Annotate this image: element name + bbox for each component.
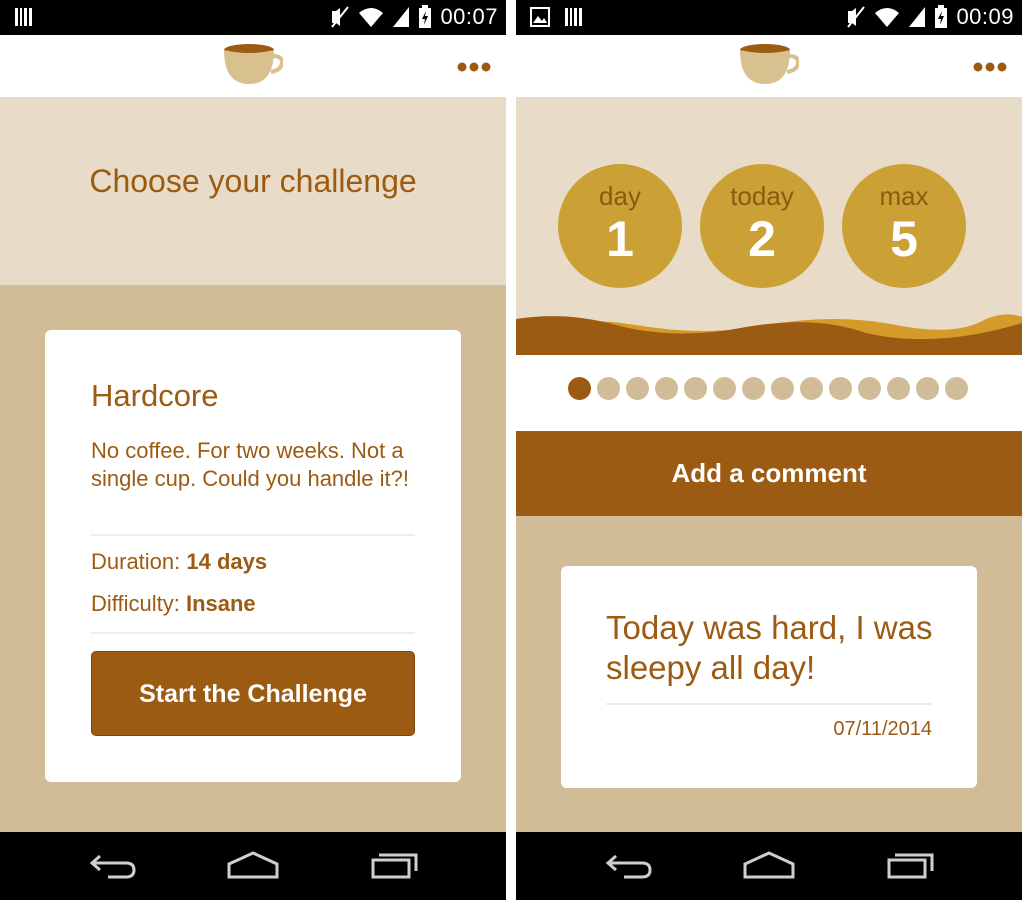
more-horizontal-icon[interactable]: [454, 57, 494, 77]
pager-dot[interactable]: [742, 377, 765, 400]
duration-label: Duration:: [91, 549, 181, 574]
counter-label: max: [879, 181, 929, 211]
content-area: Hardcore No coffee. For two weeks. Not a…: [0, 285, 506, 832]
coffee-wave-decoration: [516, 314, 1022, 355]
day-counter: day 1: [558, 164, 682, 288]
coffee-cup-icon: [740, 44, 799, 84]
pager-dot[interactable]: [597, 377, 620, 400]
pager-dot[interactable]: [655, 377, 678, 400]
pager-dot[interactable]: [858, 377, 881, 400]
divider: [606, 703, 932, 705]
coffee-cup-icon: [224, 44, 283, 84]
status-bar: 00:09: [516, 0, 1022, 35]
pager-dot[interactable]: [887, 377, 910, 400]
battery-icon: [419, 5, 432, 28]
counter-value: 2: [748, 211, 776, 267]
pager-dot[interactable]: [626, 377, 649, 400]
navigation-bar: [516, 832, 1022, 900]
duration-value: 14 days: [186, 549, 268, 574]
counter-label: today: [730, 181, 794, 211]
phone-screen-progress: 00:09 day 1 today 2 max 5 Add a comment …: [516, 0, 1022, 900]
add-comment-button[interactable]: Add a comment: [516, 431, 1022, 516]
pager-dot[interactable]: [684, 377, 707, 400]
hero-header: Choose your challenge: [0, 97, 506, 285]
pager-dot[interactable]: [713, 377, 736, 400]
pager-dot[interactable]: [945, 377, 968, 400]
recent-apps-icon[interactable]: [370, 850, 420, 880]
signal-icon: [909, 7, 926, 27]
app-bar: [516, 35, 1022, 97]
phone-screen-choose-challenge: 00:07 Choose your challenge Hardcore No …: [0, 0, 506, 900]
app-bar: [0, 35, 506, 97]
pager-dot[interactable]: [829, 377, 852, 400]
counter-value: 1: [606, 211, 634, 267]
today-counter: today 2: [700, 164, 824, 288]
comment-area: Today was hard, I was sleepy all day! 07…: [516, 516, 1022, 832]
pager-dot[interactable]: [800, 377, 823, 400]
image-icon: [530, 7, 550, 27]
start-challenge-button[interactable]: Start the Challenge: [91, 651, 415, 736]
back-arrow-icon[interactable]: [88, 850, 138, 880]
comment-text: Today was hard, I was sleepy all day!: [606, 609, 933, 686]
challenge-card: Hardcore No coffee. For two weeks. Not a…: [45, 330, 461, 782]
status-time: 00:09: [956, 4, 1014, 29]
pager-dot[interactable]: [916, 377, 939, 400]
page-title: Choose your challenge: [89, 163, 417, 199]
divider: [91, 534, 415, 536]
difficulty-label: Difficulty:: [91, 591, 180, 616]
duration-stat: Duration: 14 days: [91, 549, 267, 575]
mute-icon: [331, 6, 350, 28]
more-horizontal-icon[interactable]: [970, 57, 1010, 77]
challenge-description: No coffee. For two weeks. Not a single c…: [91, 438, 409, 491]
wifi-icon: [359, 8, 384, 27]
day-pager: [568, 377, 968, 400]
difficulty-value: Insane: [185, 591, 256, 616]
barcode-icon: [15, 8, 32, 26]
challenge-title: Hardcore: [91, 378, 219, 413]
status-bar: 00:07: [0, 0, 506, 35]
comment-card: Today was hard, I was sleepy all day! 07…: [561, 566, 977, 788]
signal-icon: [393, 7, 410, 27]
barcode-icon: [565, 8, 582, 26]
difficulty-stat: Difficulty: Insane: [91, 591, 256, 617]
comment-date: 07/11/2014: [833, 718, 932, 740]
progress-header: day 1 today 2 max 5: [516, 97, 1022, 355]
divider: [91, 632, 415, 634]
wifi-icon: [875, 8, 900, 27]
counter-label: day: [599, 181, 641, 211]
pager-dot[interactable]: [568, 377, 591, 400]
home-icon[interactable]: [226, 850, 280, 880]
mute-icon: [847, 6, 866, 28]
navigation-bar: [0, 832, 506, 900]
status-time: 00:07: [440, 4, 498, 29]
battery-icon: [935, 5, 948, 28]
home-icon[interactable]: [742, 850, 796, 880]
max-counter: max 5: [842, 164, 966, 288]
counter-value: 5: [890, 211, 918, 267]
recent-apps-icon[interactable]: [886, 850, 936, 880]
pager-dot[interactable]: [771, 377, 794, 400]
back-arrow-icon[interactable]: [604, 850, 654, 880]
